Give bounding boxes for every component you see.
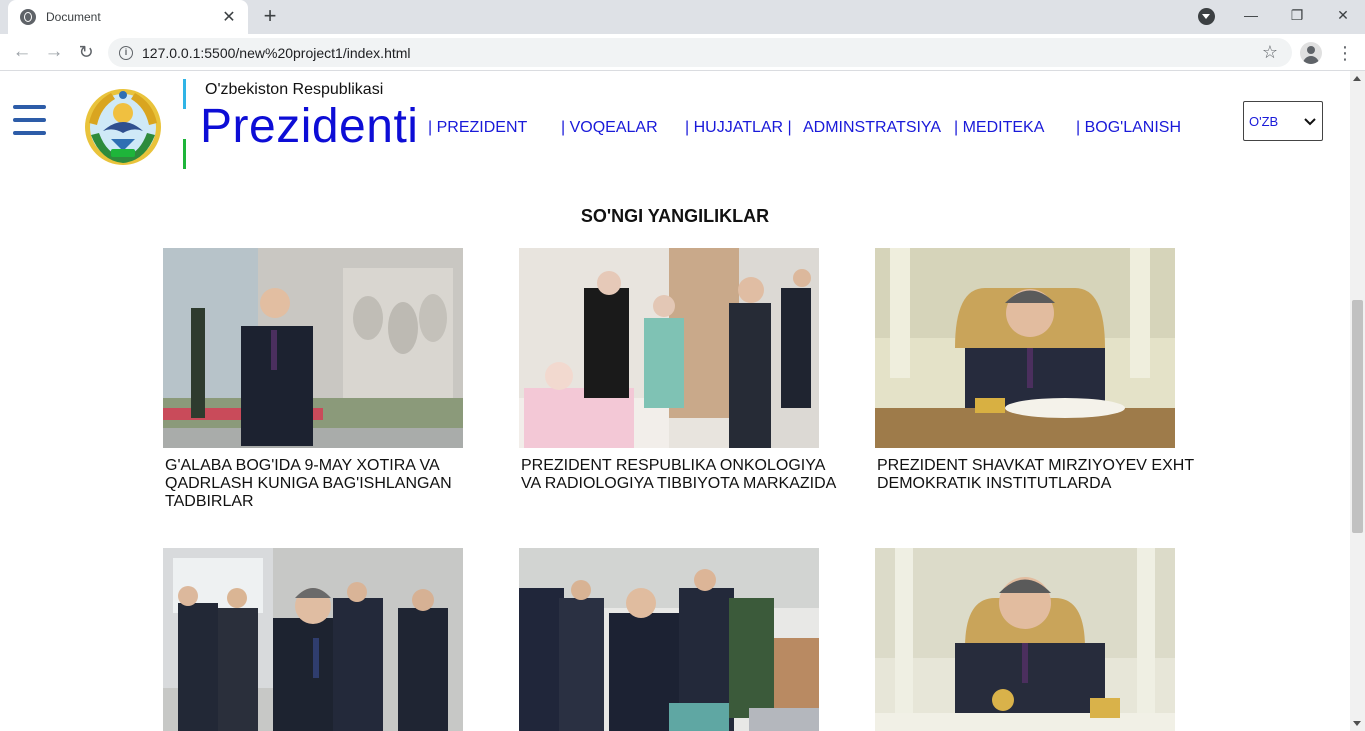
news-photo[interactable] — [875, 548, 1175, 731]
minimize-button[interactable]: — — [1236, 4, 1266, 26]
news-photo[interactable] — [163, 248, 463, 448]
news-card[interactable] — [163, 548, 493, 731]
nav-item-adminstratsiya[interactable]: ADMINSTRATSIYA — [803, 119, 941, 137]
scrollbar-thumb[interactable] — [1352, 300, 1363, 533]
flag-stripe — [183, 79, 186, 169]
nav-item-hujjatlar[interactable]: | HUJJATLAR | — [685, 119, 792, 137]
section-title: SO'NGI YANGILIKLAR — [580, 206, 770, 226]
nav-item-boglanish[interactable]: | BOG'LANISH — [1076, 119, 1181, 137]
reload-button[interactable]: ↻ — [74, 40, 98, 64]
hamburger-menu-icon[interactable] — [13, 105, 47, 137]
language-select[interactable]: O'ZB — [1243, 101, 1323, 141]
nav-item-voqealar[interactable]: | VOQEALAR — [561, 119, 658, 137]
state-emblem-icon — [85, 89, 161, 165]
bookmark-star-icon[interactable]: ☆ — [1258, 42, 1282, 63]
news-caption[interactable]: G'ALABA BOG'IDA 9-MAY XOTIRA VA QADRLASH… — [165, 457, 490, 511]
news-card[interactable]: G'ALABA BOG'IDA 9-MAY XOTIRA VA QADRLASH… — [163, 248, 493, 511]
browser-toolbar: ← → ↻ i 127.0.0.1:5500/new%20project1/in… — [0, 34, 1365, 71]
news-photo[interactable] — [875, 248, 1175, 448]
address-bar[interactable]: i 127.0.0.1:5500/new%20project1/index.ht… — [108, 38, 1292, 67]
tab-title: Document — [46, 10, 101, 24]
header-subtitle: O'zbekiston Respublikasi — [205, 81, 384, 98]
news-photo[interactable] — [519, 548, 819, 731]
language-value: O'ZB — [1249, 113, 1279, 129]
browser-tab-strip: Document ✕ + — ❐ ✕ — [0, 0, 1365, 34]
page-title[interactable]: Prezidenti — [200, 99, 418, 154]
close-window-button[interactable]: ✕ — [1328, 4, 1358, 26]
news-card[interactable] — [519, 548, 849, 731]
nav-item-prezident[interactable]: | PREZIDENT — [428, 119, 527, 137]
back-button[interactable]: ← — [10, 40, 34, 64]
browser-tab[interactable]: Document ✕ — [8, 0, 248, 34]
news-photo[interactable] — [519, 248, 819, 448]
chevron-down-icon — [1304, 118, 1316, 126]
news-card[interactable] — [875, 548, 1205, 731]
scroll-down-arrow-icon[interactable] — [1353, 721, 1361, 726]
news-photo[interactable] — [163, 548, 463, 731]
new-tab-button[interactable]: + — [258, 4, 282, 28]
nav-item-mediteka[interactable]: | MEDITEKA — [954, 119, 1044, 137]
forward-button[interactable]: → — [42, 40, 66, 64]
close-tab-icon[interactable]: ✕ — [220, 7, 238, 27]
url-text[interactable]: 127.0.0.1:5500/new%20project1/index.html — [142, 45, 1258, 61]
news-card[interactable]: PREZIDENT RESPUBLIKA ONKOLOGIYA VA RADIO… — [519, 248, 849, 493]
news-caption[interactable]: PREZIDENT SHAVKAT MIRZIYOYEV EXHT DEMOKR… — [877, 457, 1202, 493]
maximize-button[interactable]: ❐ — [1282, 4, 1312, 26]
tab-search-icon[interactable] — [1198, 8, 1215, 25]
news-card[interactable]: PREZIDENT SHAVKAT MIRZIYOYEV EXHT DEMOKR… — [875, 248, 1205, 493]
news-caption[interactable]: PREZIDENT RESPUBLIKA ONKOLOGIYA VA RADIO… — [521, 457, 846, 493]
profile-avatar-icon[interactable] — [1300, 42, 1322, 64]
page-viewport: O'zbekiston Respublikasi Prezidenti | PR… — [0, 71, 1350, 731]
globe-icon — [20, 9, 36, 25]
site-info-icon[interactable]: i — [119, 45, 133, 60]
scroll-up-arrow-icon[interactable] — [1353, 76, 1361, 81]
page-scrollbar[interactable] — [1350, 71, 1365, 731]
browser-menu-icon[interactable]: ⋮ — [1335, 41, 1355, 65]
